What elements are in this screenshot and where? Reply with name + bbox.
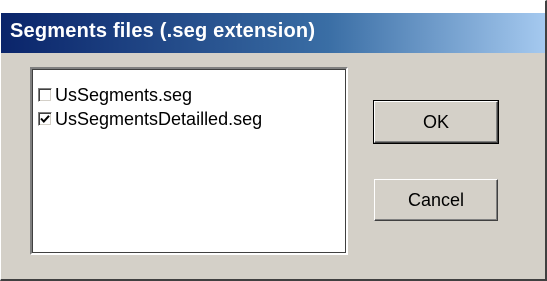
title-bar[interactable]: Segments files (.seg extension): [0, 13, 547, 53]
cancel-button[interactable]: Cancel: [374, 179, 498, 221]
window-title: Segments files (.seg extension): [10, 20, 316, 42]
dialog-client-area: UsSegments.seg UsSegmentsDetailled.seg O…: [3, 53, 544, 278]
ok-button[interactable]: OK: [373, 100, 499, 144]
checkmark-icon: [40, 115, 50, 123]
list-item-ussegments[interactable]: UsSegments.seg: [38, 83, 192, 107]
background-strip: [0, 0, 547, 13]
segments-files-dialog: Segments files (.seg extension) UsSegmen…: [0, 0, 547, 281]
checked-checkbox[interactable]: [38, 112, 52, 126]
unchecked-checkbox[interactable]: [38, 88, 52, 102]
list-item-ussegmentsdetailled[interactable]: UsSegmentsDetailled.seg: [38, 107, 262, 131]
list-item-label: UsSegments.seg: [55, 84, 193, 105]
list-item-label: UsSegmentsDetailled.seg: [55, 108, 263, 129]
segment-files-listbox[interactable]: UsSegments.seg UsSegmentsDetailled.seg: [30, 67, 348, 255]
